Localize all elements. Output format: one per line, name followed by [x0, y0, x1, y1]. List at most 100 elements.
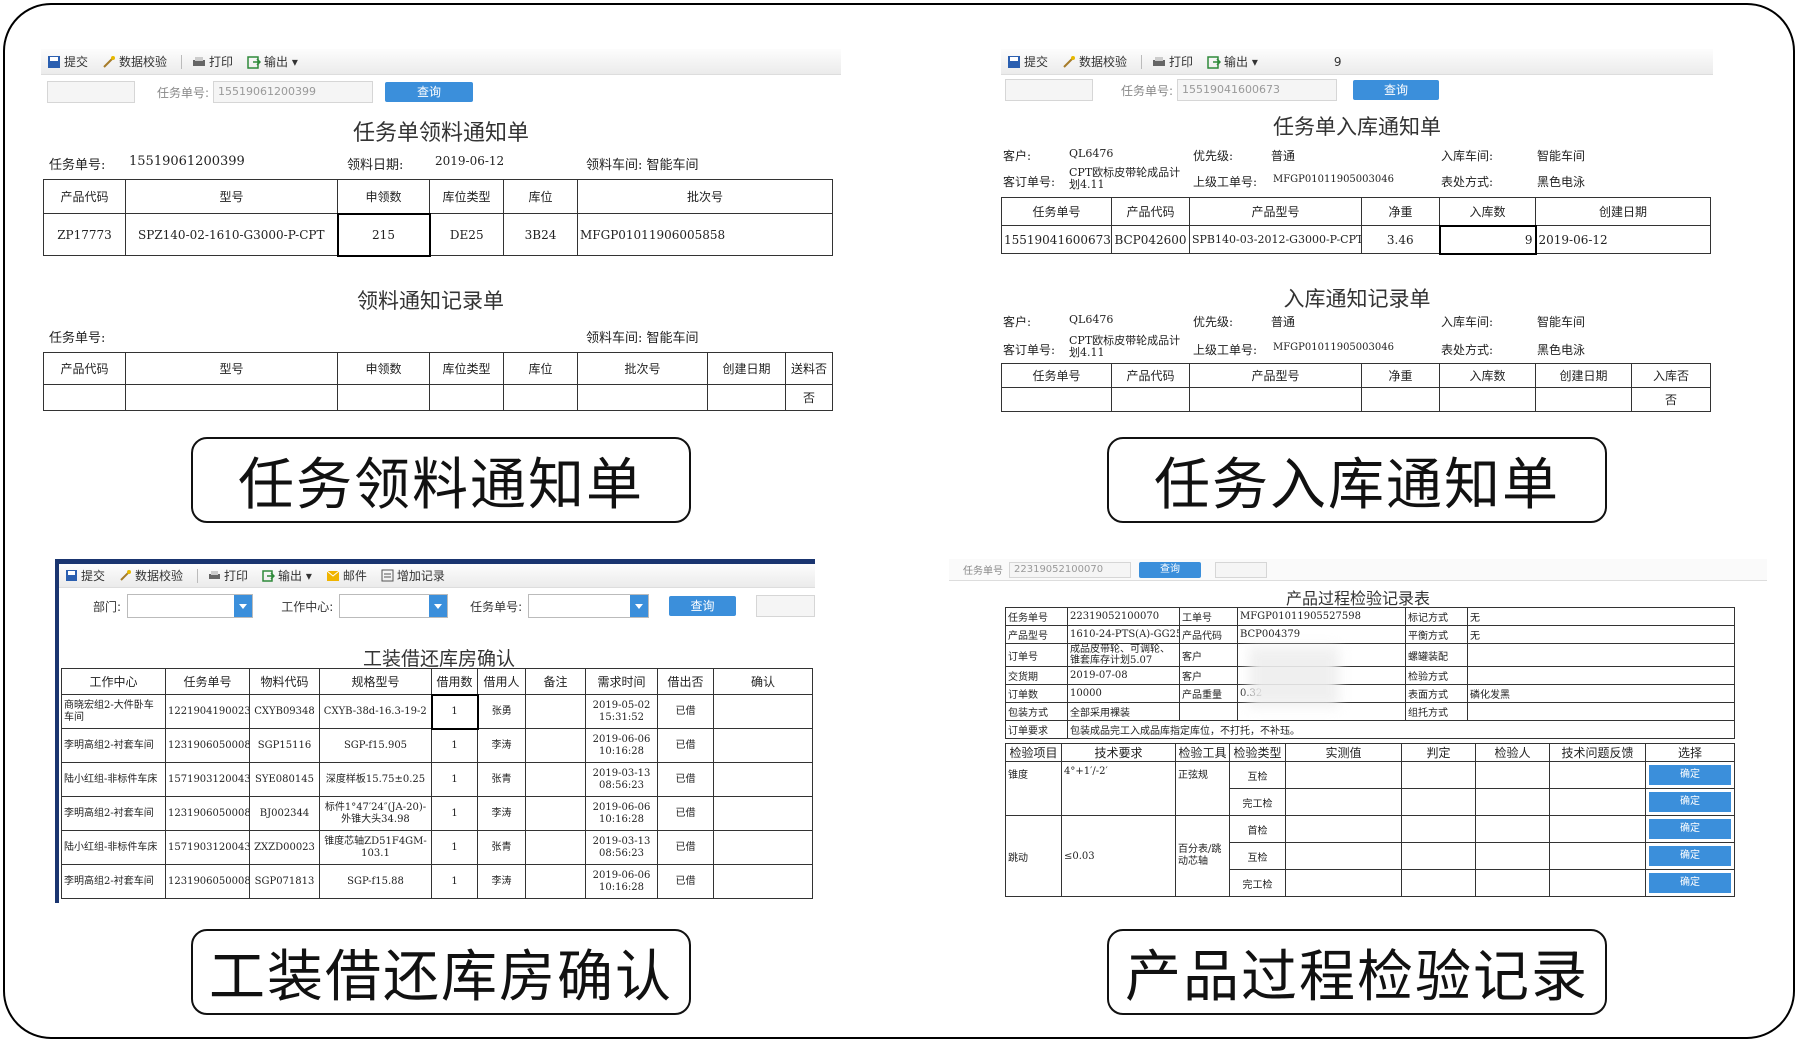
- col-lent: 借出否: [657, 668, 714, 695]
- cell: 已借: [657, 830, 714, 865]
- tool-runout: 百分表/跳动芯轴: [1175, 815, 1230, 897]
- export-button[interactable]: 输出 ▾: [247, 53, 298, 70]
- add-record-button[interactable]: 增加记录: [381, 567, 445, 584]
- cell: 2019-06-06 10:16:28: [585, 728, 658, 763]
- table-row[interactable]: 李明高组2-衬套车间 12319060500083 SGP071813 SGP-f15…: [61, 864, 813, 899]
- query-button[interactable]: 查询: [1353, 80, 1440, 100]
- task-search-input[interactable]: 22319052100070: [1009, 561, 1131, 578]
- col-product-code: 产品代码: [1111, 197, 1190, 226]
- query-button[interactable]: 查询: [1139, 561, 1201, 578]
- workshop-label-2: 领料车间: 智能车间: [586, 331, 699, 346]
- req-runout: ≤0.03: [1061, 815, 1176, 897]
- cell: BJ002344: [249, 796, 320, 831]
- table-row[interactable]: 陆小红组-非标件车床 15719031200431 SYE080145 深度样板15.…: [61, 762, 813, 797]
- export-button[interactable]: 输出 ▾: [262, 567, 312, 584]
- blank-input[interactable]: [47, 81, 135, 103]
- validate-button[interactable]: 数据校验: [102, 53, 167, 70]
- task-search-input[interactable]: 15519041600673: [1177, 79, 1338, 101]
- cell[interactable]: 1: [431, 864, 478, 899]
- table-row[interactable]: 李明高组2-衬套车间 12319060500083 BJ002344 标件1°47′2…: [61, 796, 813, 831]
- chevron-down-icon[interactable]: [429, 595, 448, 617]
- cell: 已借: [657, 694, 714, 729]
- submit-button[interactable]: 提交: [47, 53, 88, 70]
- cell: 否: [785, 384, 833, 411]
- dept-label: 部门:: [93, 599, 122, 614]
- info-label: 标记方式: [1405, 607, 1468, 626]
- info-label: 订单号: [1005, 643, 1068, 667]
- mail-button[interactable]: 邮件: [326, 567, 367, 584]
- submit-button[interactable]: 提交: [1007, 53, 1048, 70]
- cell: 12319060500083: [165, 864, 250, 899]
- col-task: 任务单号: [165, 668, 250, 695]
- submit-button[interactable]: 提交: [65, 567, 105, 584]
- col-created: 创建日期: [1535, 197, 1711, 226]
- center-select[interactable]: [339, 594, 449, 618]
- confirm-button[interactable]: 确定: [1649, 765, 1731, 785]
- task-search-input[interactable]: 15519061200399: [213, 81, 374, 103]
- col-task: 任务单号: [1001, 197, 1112, 226]
- confirm-button[interactable]: 确定: [1649, 873, 1731, 893]
- table-row[interactable]: 否: [43, 384, 833, 411]
- col-requirement: 技术要求: [1061, 743, 1176, 762]
- label-tool-borrow: 工装借还库房确认: [191, 929, 691, 1015]
- info-value: BCP004379: [1237, 625, 1406, 644]
- info-label: 客户: [1179, 643, 1238, 667]
- export-button[interactable]: 输出 ▾: [1207, 53, 1258, 70]
- col-measured: 实测值: [1285, 743, 1402, 762]
- info-label: 交货期: [1005, 666, 1068, 685]
- validate-button[interactable]: 数据校验: [1062, 53, 1127, 70]
- task-label: 任务单号:: [470, 599, 523, 614]
- query-button[interactable]: 查询: [668, 596, 737, 616]
- cell: [713, 796, 813, 831]
- table-row[interactable]: 锥度 4°+1′/-2′ 正弦规 互检 确定: [1005, 761, 1735, 816]
- cell[interactable]: 1: [431, 762, 478, 797]
- in-qty-input[interactable]: 9: [1438, 224, 1537, 255]
- table-row[interactable]: 15519041600673 BCP042600 SPB140-03-2012-…: [1001, 224, 1711, 255]
- print-button[interactable]: 打印: [192, 53, 233, 70]
- chevron-down-icon[interactable]: [629, 595, 648, 617]
- blank-input[interactable]: [1005, 79, 1093, 101]
- cell[interactable]: 1: [431, 728, 478, 763]
- table-row[interactable]: 否: [1001, 387, 1711, 412]
- dept-select[interactable]: [127, 594, 254, 618]
- table-row[interactable]: 陆小红组-非标件车床 15719031200431 ZXZD00023 锥度芯轴ZD5…: [61, 830, 813, 865]
- cell[interactable]: 1: [431, 796, 478, 831]
- workshop-label: 领料车间: 智能车间: [586, 158, 699, 173]
- treatment-label-2: 表处方式:: [1441, 343, 1494, 357]
- qty-input[interactable]: 215: [336, 212, 431, 257]
- col-model: 型号: [125, 352, 338, 385]
- task-search-label: 任务单号:: [157, 85, 210, 100]
- cell: 2019-05-02 15:31:52: [585, 694, 658, 729]
- info-value: 全部采用裸装: [1067, 702, 1180, 721]
- table-row[interactable]: 商晓宏组2-大件卧车车间 12219041900234 CXYB09348 CXYB-…: [61, 693, 813, 730]
- task-no-value: 15519061200399: [129, 154, 245, 169]
- cell: 商晓宏组2-大件卧车车间: [61, 694, 166, 729]
- table-row[interactable]: 李明高组2-衬套车间 12319060500083 SGP15116 SGP-f15.…: [61, 728, 813, 763]
- cell: 12319060500083: [165, 796, 250, 831]
- task-select[interactable]: [528, 594, 649, 618]
- table-row[interactable]: ZP17773 SPZ140-02-1610-G3000-P-CPT 215 D…: [43, 212, 833, 257]
- col-qty: 借用数: [431, 668, 478, 695]
- validate-button[interactable]: 数据校验: [119, 567, 183, 584]
- tool-taper: 正弦规: [1175, 761, 1230, 816]
- print-button[interactable]: 打印: [1152, 53, 1193, 70]
- confirm-button[interactable]: 确定: [1649, 819, 1731, 839]
- info-row: 交货期 2019-07-08 客户 检验方式: [1005, 666, 1735, 685]
- panel-warehouse-notice: 提交 数据校验 打印 输出 ▾ 9 任务单号: 15519041600673 查…: [1001, 49, 1713, 419]
- cell: SGP-f15.88: [319, 864, 432, 899]
- blank-input[interactable]: [756, 595, 815, 617]
- query-button[interactable]: 查询: [385, 82, 474, 102]
- cell[interactable]: 1: [431, 830, 478, 865]
- cell: [525, 762, 586, 797]
- col-center: 工作中心: [61, 668, 166, 695]
- info-row: 包装方式 全部采用裸装 组托方式: [1005, 702, 1735, 721]
- confirm-button[interactable]: 确定: [1649, 846, 1731, 866]
- confirm-button[interactable]: 确定: [1649, 792, 1731, 812]
- inspection-info-table: 任务单号 22319052100070 工单号 MFGP01011905527598 标…: [1005, 607, 1735, 739]
- blank-input[interactable]: [1215, 561, 1267, 578]
- print-button[interactable]: 打印: [208, 567, 248, 584]
- cell[interactable]: 1: [430, 693, 479, 730]
- info-body: 任务单号 22319052100070 工单号 MFGP01011905527598 标…: [1005, 607, 1735, 721]
- table-row[interactable]: 跳动 ≤0.03 百分表/跳动芯轴 首检 确定: [1005, 815, 1735, 897]
- chevron-down-icon[interactable]: [234, 595, 253, 617]
